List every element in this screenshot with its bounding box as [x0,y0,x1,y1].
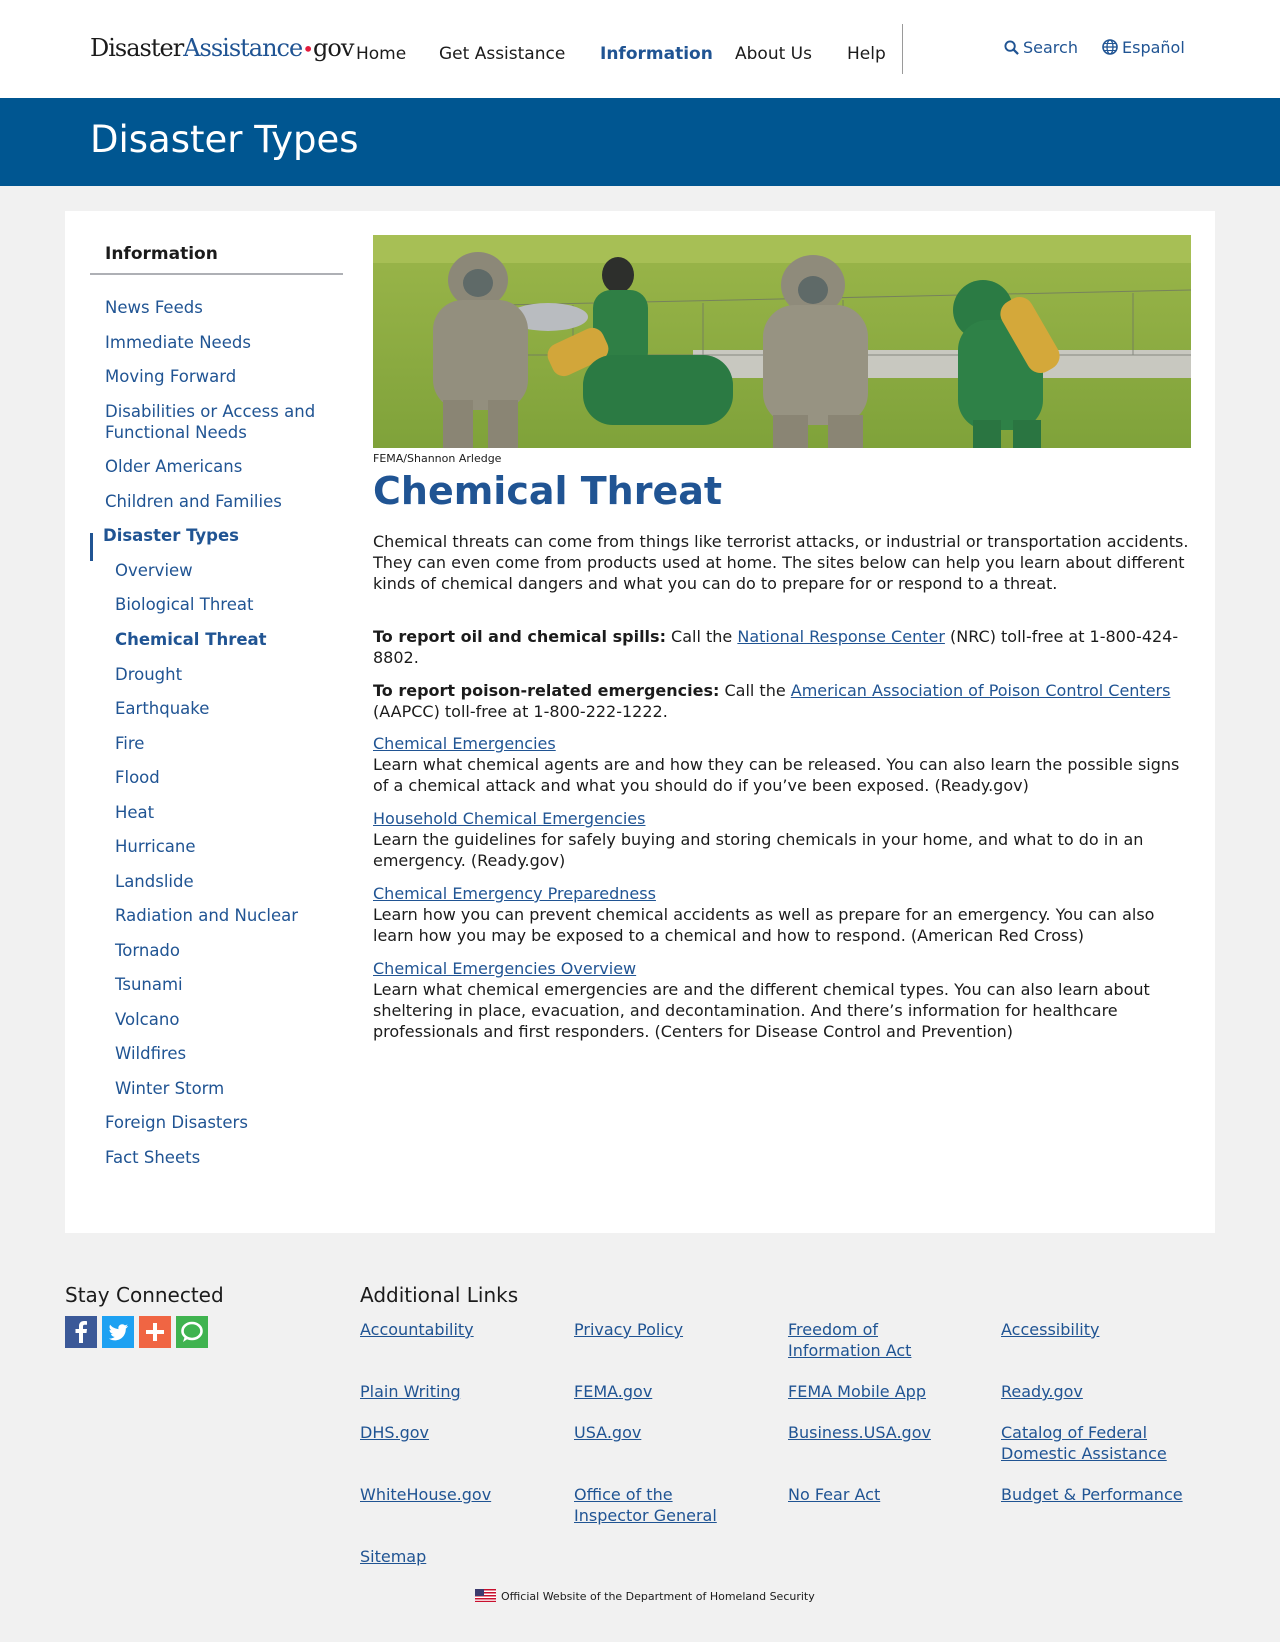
sidebar-subitem-fire[interactable]: Fire [115,733,144,754]
search-link[interactable]: Search [1004,38,1078,57]
twitter-icon[interactable] [102,1316,134,1348]
aapcc-link[interactable]: American Association of Poison Control C… [791,681,1171,700]
sidebar-item-foreign-disasters[interactable]: Foreign Disasters [105,1112,248,1133]
poison-label: To report poison-related emergencies: [373,681,720,700]
language-link[interactable]: Español [1102,38,1185,57]
hero-photo [373,235,1191,448]
footer-link-dhs[interactable]: DHS.gov [360,1422,429,1443]
language-label: Español [1122,38,1185,57]
sidebar-item-disaster-types[interactable]: Disaster Types [103,525,239,546]
poison-pre: Call the [719,681,791,700]
footer-link-inspector-general[interactable]: Office of the Inspector General [574,1484,744,1526]
site-header: DisasterAssistance•gov Home Get Assistan… [0,0,1280,98]
stay-connected-heading: Stay Connected [65,1283,224,1307]
logo-text-assistance: Assistance [183,34,303,62]
main-content-card: Information News Feeds Immediate Needs M… [65,211,1215,1233]
sidebar-item-disabilities[interactable]: Disabilities or Access and Functional Ne… [105,401,330,443]
sidebar-subitem-heat[interactable]: Heat [115,802,154,823]
footer-link-accountability[interactable]: Accountability [360,1319,474,1340]
poison-post: (AAPCC) toll-free at 1-800-222-1222. [373,702,668,721]
sidebar-subitem-volcano[interactable]: Volcano [115,1009,179,1030]
footer-link-accessibility[interactable]: Accessibility [1001,1319,1099,1340]
sidebar-subitem-wildfires[interactable]: Wildfires [115,1043,186,1064]
resource-desc: Learn the guidelines for safely buying a… [373,830,1144,870]
photo-credit: FEMA/Shannon Arledge [373,452,502,465]
footer-link-no-fear-act[interactable]: No Fear Act [788,1484,880,1505]
official-website-notice: Official Website of the Department of Ho… [475,1589,815,1603]
resource-desc: Learn what chemical emergencies are and … [373,980,1150,1041]
sidebar-subitem-flood[interactable]: Flood [115,767,160,788]
footer-link-foia[interactable]: Freedom of Information Act [788,1319,958,1361]
nav-about-us[interactable]: About Us [735,44,812,64]
us-flag-icon [475,1589,496,1602]
nav-divider [902,24,903,74]
page-banner: Disaster Types [0,98,1280,186]
side-nav-divider [90,273,343,275]
logo-text-disaster: Disaster [90,34,184,62]
search-label: Search [1023,38,1078,57]
sidebar-subitem-tsunami[interactable]: Tsunami [115,974,183,995]
nav-help[interactable]: Help [847,44,886,64]
sidebar-subitem-biological-threat[interactable]: Biological Threat [115,594,253,615]
current-section-indicator [90,533,93,561]
resource-desc: Learn how you can prevent chemical accid… [373,905,1155,945]
chat-icon[interactable] [176,1316,208,1348]
oil-spill-label: To report oil and chemical spills: [373,627,666,646]
footer-link-ready[interactable]: Ready.gov [1001,1381,1083,1402]
sidebar-subitem-chemical-threat[interactable]: Chemical Threat [115,629,267,650]
nav-get-assistance[interactable]: Get Assistance [439,44,565,64]
logo-text-gov: gov [313,34,354,62]
oil-spill-pre: Call the [665,627,738,646]
search-icon [1004,40,1019,55]
site-logo[interactable]: DisasterAssistance•gov [90,34,354,62]
national-response-center-link[interactable]: National Response Center [737,627,945,646]
footer-link-business-usa[interactable]: Business.USA.gov [788,1422,931,1443]
official-website-text: Official Website of the Department of Ho… [501,1590,815,1603]
page-title: Chemical Threat [373,469,723,513]
additional-links-heading: Additional Links [360,1283,519,1307]
footer-link-budget-performance[interactable]: Budget & Performance [1001,1484,1183,1505]
footer-link-fema[interactable]: FEMA.gov [574,1381,652,1402]
banner-title: Disaster Types [90,118,359,161]
sidebar-item-immediate-needs[interactable]: Immediate Needs [105,332,251,353]
footer-link-fema-mobile-app[interactable]: FEMA Mobile App [788,1381,926,1402]
side-nav-heading: Information [105,244,218,264]
sidebar-item-children-families[interactable]: Children and Families [105,491,282,512]
footer-link-whitehouse[interactable]: WhiteHouse.gov [360,1484,491,1505]
sidebar-item-fact-sheets[interactable]: Fact Sheets [105,1147,200,1168]
oil-spill-paragraph: To report oil and chemical spills: Call … [373,626,1191,668]
footer-link-cfda[interactable]: Catalog of Federal Domestic Assistance [1001,1422,1191,1464]
sidebar-subitem-winter-storm[interactable]: Winter Storm [115,1078,224,1099]
intro-paragraph: Chemical threats can come from things li… [373,532,1189,593]
sidebar-subitem-overview[interactable]: Overview [115,560,193,581]
hazmat-team-photo [373,235,1191,448]
footer-link-usa[interactable]: USA.gov [574,1422,641,1443]
sidebar-item-moving-forward[interactable]: Moving Forward [105,366,236,387]
sidebar-subitem-hurricane[interactable]: Hurricane [115,836,196,857]
logo-dot: • [302,37,314,61]
footer-link-privacy-policy[interactable]: Privacy Policy [574,1319,683,1340]
nav-information[interactable]: Information [600,44,713,64]
globe-icon [1102,39,1118,55]
share-plus-icon[interactable] [139,1316,171,1348]
sidebar-item-news-feeds[interactable]: News Feeds [105,297,203,318]
resource-link-overview[interactable]: Chemical Emergencies Overview [373,958,636,979]
sidebar-subitem-earthquake[interactable]: Earthquake [115,698,209,719]
facebook-icon[interactable] [65,1316,97,1348]
resource-desc: Learn what chemical agents are and how t… [373,755,1180,795]
sidebar-subitem-tornado[interactable]: Tornado [115,940,180,961]
footer-link-sitemap[interactable]: Sitemap [360,1546,426,1567]
poison-paragraph: To report poison-related emergencies: Ca… [373,680,1191,722]
resource-link-household-chemical[interactable]: Household Chemical Emergencies [373,808,645,829]
resource-link-preparedness[interactable]: Chemical Emergency Preparedness [373,883,656,904]
sidebar-subitem-landslide[interactable]: Landslide [115,871,194,892]
sidebar-subitem-radiation-nuclear[interactable]: Radiation and Nuclear [115,905,298,926]
footer-link-plain-writing[interactable]: Plain Writing [360,1381,461,1402]
sidebar-item-older-americans[interactable]: Older Americans [105,456,242,477]
resource-link-chemical-emergencies[interactable]: Chemical Emergencies [373,733,556,754]
nav-home[interactable]: Home [356,44,406,64]
sidebar-subitem-drought[interactable]: Drought [115,664,182,685]
